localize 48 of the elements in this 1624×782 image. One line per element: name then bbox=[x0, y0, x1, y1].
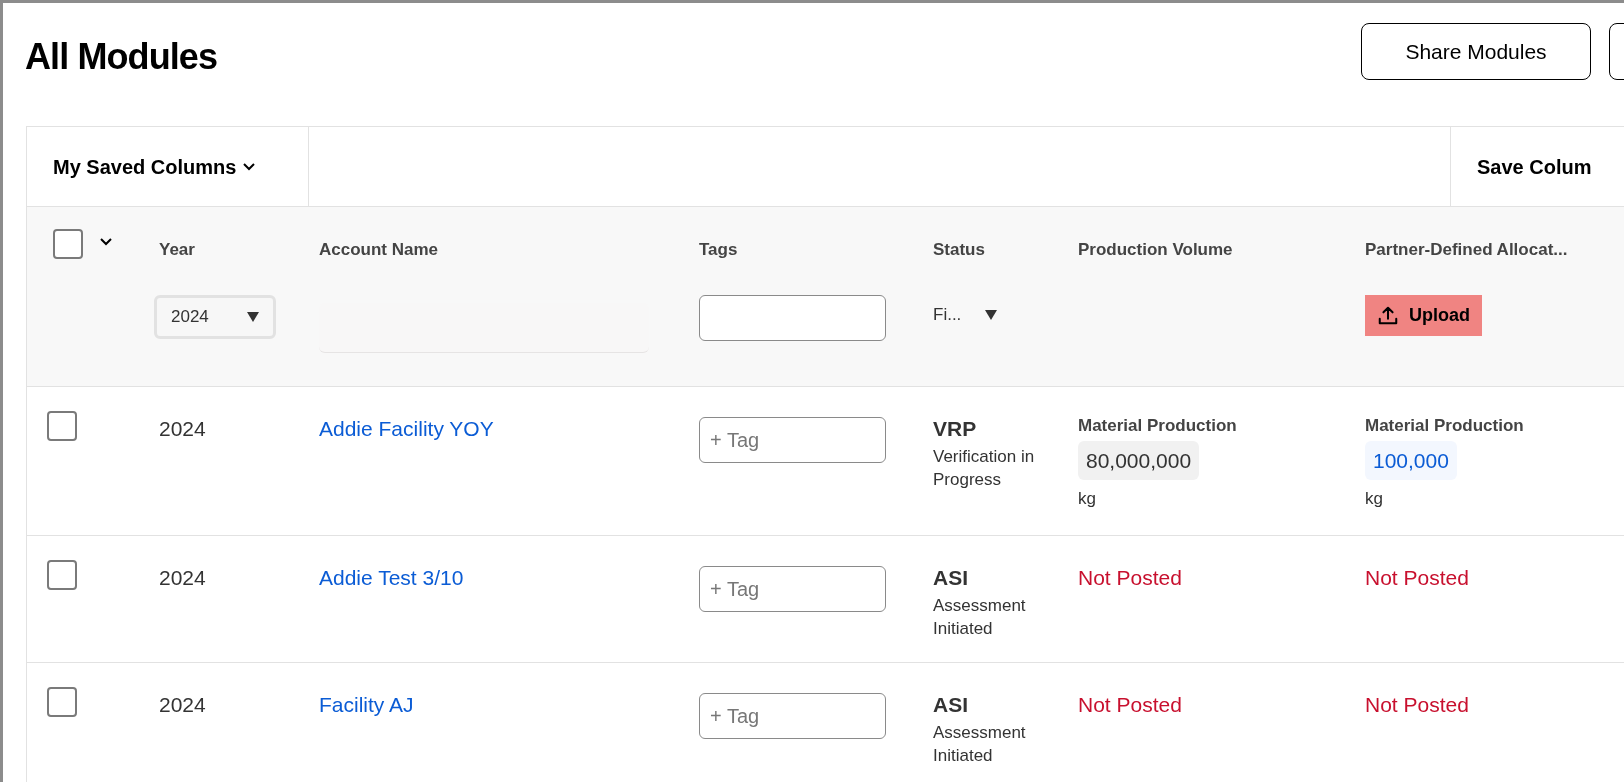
tag-field[interactable]: + Tag bbox=[699, 417, 886, 463]
tag-field[interactable]: + Tag bbox=[699, 566, 886, 612]
checkbox[interactable] bbox=[47, 687, 77, 717]
metric-value-link[interactable]: 100,000 bbox=[1365, 440, 1457, 480]
year-text: 2024 bbox=[159, 417, 206, 440]
upload-button[interactable]: Upload bbox=[1365, 295, 1482, 336]
year-text: 2024 bbox=[159, 566, 206, 589]
saved-columns-dropdown[interactable]: My Saved Columns bbox=[27, 127, 309, 206]
account-link[interactable]: Addie Facility YOY bbox=[319, 417, 494, 440]
status-label: Assessment Initiated bbox=[933, 594, 1027, 640]
not-posted-text: Not Posted bbox=[1078, 693, 1182, 716]
status-code: VRP bbox=[933, 416, 977, 442]
account-link[interactable]: Addie Test 3/10 bbox=[319, 566, 464, 589]
checkbox[interactable] bbox=[53, 229, 83, 259]
page-title: All Modules bbox=[25, 35, 218, 79]
account-link[interactable]: Facility AJ bbox=[319, 693, 414, 716]
metric-label: Material Production bbox=[1078, 415, 1237, 437]
metric-label: Material Production bbox=[1365, 415, 1524, 437]
status-code: ASI bbox=[933, 692, 968, 718]
column-header[interactable]: Year bbox=[159, 237, 195, 259]
not-posted-text: Not Posted bbox=[1365, 566, 1469, 589]
tag-field[interactable]: + Tag bbox=[699, 693, 886, 739]
column-header[interactable]: Status bbox=[933, 237, 985, 259]
chevron-down-icon bbox=[242, 161, 257, 172]
status-code: ASI bbox=[933, 565, 968, 591]
year-select[interactable]: 2024 bbox=[154, 295, 276, 339]
unit-label: kg bbox=[1365, 488, 1383, 510]
checkbox[interactable] bbox=[47, 411, 77, 441]
column-header[interactable]: Tags bbox=[699, 237, 738, 259]
status-label: Verification in Progress bbox=[933, 445, 1036, 491]
column-header[interactable]: Partner-Defined Allocat... bbox=[1365, 237, 1568, 259]
status-dropdown[interactable]: Fi... bbox=[921, 295, 1009, 335]
unit-label: kg bbox=[1078, 488, 1096, 510]
column-header[interactable]: Account Name bbox=[319, 237, 439, 259]
share-button[interactable]: Share Modules bbox=[1361, 23, 1591, 80]
save-columns-button[interactable]: Save Colum bbox=[1450, 127, 1624, 206]
chevron-down-icon[interactable] bbox=[99, 237, 113, 247]
tags-filter-field[interactable] bbox=[699, 295, 886, 341]
caret-icon bbox=[985, 310, 997, 320]
not-posted-text: Not Posted bbox=[1365, 693, 1469, 716]
status-label: Assessment Initiated bbox=[933, 721, 1027, 767]
caret-icon bbox=[247, 312, 259, 322]
column-header[interactable]: Production Volume bbox=[1078, 237, 1233, 259]
checkbox[interactable] bbox=[47, 560, 77, 590]
upload-icon bbox=[1377, 304, 1399, 327]
year-text: 2024 bbox=[159, 693, 206, 716]
not-posted-text: Not Posted bbox=[1078, 566, 1182, 589]
metric-value: 80,000,000 bbox=[1078, 440, 1200, 480]
